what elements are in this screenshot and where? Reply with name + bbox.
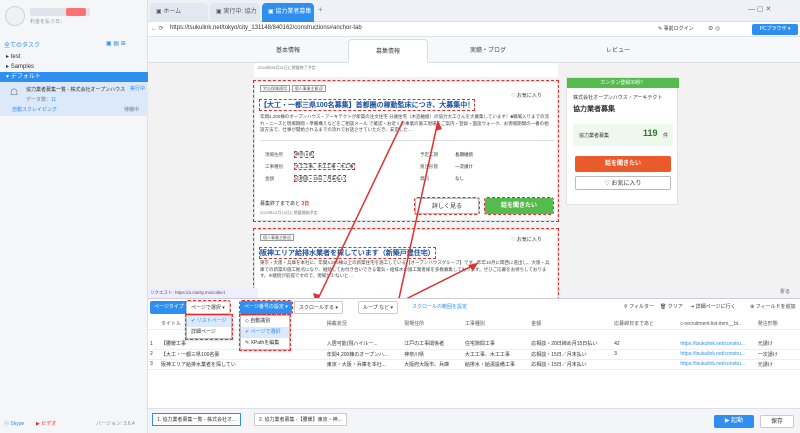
auto-scrape-link[interactable]: 自動スクレイピング	[12, 106, 57, 113]
url-input[interactable]: https://tsukulink.net/tokyo/city_131148/…	[170, 25, 362, 31]
footer-tab-1[interactable]: 1. 協力業者募集一覧 - 株式会社オ...	[152, 413, 242, 426]
footer-bar: 1. 協力業者募集一覧 - 株式会社オ... 2. 協力業者募集 -【腰暖】東京…	[148, 408, 800, 433]
menu-xpath-edit[interactable]: ✎ XPathを編集	[241, 338, 289, 349]
scroll-range-link[interactable]: スクロールの範囲を設定	[408, 301, 471, 314]
page-type-menu: ✔ リストページ 詳細ページ	[185, 314, 233, 340]
tab-running[interactable]: ▣ 実行中: 協力	[210, 3, 260, 22]
table-row[interactable]: 3阪神エリア給排水業者を探しています東京・大阪・兵庫を本社...大阪府大阪市、兵…	[148, 359, 800, 370]
new-tab-icon[interactable]: +	[318, 5, 323, 14]
address-bar: ← ⟳ https://tsukulink.net/tokyo/city_131…	[148, 22, 800, 37]
folder-add-icon[interactable]: ▣ ▤ ⊞	[106, 40, 126, 47]
menu-detail-page[interactable]: 詳細ページ	[187, 327, 231, 338]
table-row[interactable]: 2 【大工・一都三県100名募 年間4,200棟のオープンハ... 神奈川県 大工工事、…	[148, 349, 800, 360]
start-button[interactable]: ▶ 起動	[714, 415, 754, 428]
page-type-button[interactable]: ページタイプ	[150, 301, 188, 314]
loop-dropdown[interactable]: ループ など ▾	[358, 301, 398, 314]
task-item[interactable]: ☖ 協力業者募集一覧 - 株式会社オープンハウス・アーキテクト 実行中 データ数…	[0, 82, 148, 116]
flow-arrows	[313, 120, 479, 298]
task-wait-status: 待機中	[124, 107, 140, 113]
robot-icon: ☖	[10, 87, 19, 97]
task-title: 協力業者募集一覧 - 株式会社オープンハウス・アーキテクト	[26, 87, 126, 93]
web-tab-blog[interactable]: 実績・ブログ	[448, 39, 528, 63]
page-number-button[interactable]: ページ番号の設定 ▾	[239, 300, 293, 315]
data-count-label: データ数：11	[26, 97, 57, 103]
app-logo	[5, 6, 25, 26]
browser-tabbar: ▣ ホーム ▣ 実行中: 協力 ▣ 協力業者募集 ✕ + — ▢ ✕	[148, 0, 800, 22]
menu-auto-detect[interactable]: ◇ 自動識別	[241, 316, 289, 327]
extraction-panel: ページタイプ ページで選択 ▾ ページ番号の設定 ▾ スクロールする ▾ ループ…	[148, 298, 800, 408]
all-tasks-label[interactable]: 全てのタスク	[4, 40, 40, 49]
page-select-dropdown[interactable]: ページで選択 ▾	[185, 300, 231, 315]
menu-page-select[interactable]: ✔ ページで選択	[241, 327, 289, 338]
menu-list-page[interactable]: ✔ リストページ	[187, 316, 231, 327]
window-controls-icon[interactable]: — ▢ ✕	[748, 5, 771, 13]
vip-badge	[66, 8, 86, 16]
detail-link-button[interactable]: ⇥ 詳細ページに行く	[686, 301, 740, 314]
pc-browser-button[interactable]: PCブラウザ ▾	[752, 24, 798, 35]
web-tab-review[interactable]: レビュー	[578, 39, 658, 63]
folder-samples[interactable]: ▸ Samples	[6, 63, 34, 70]
tab-recruit[interactable]: ▣ 協力業者募集 ✕	[262, 3, 314, 22]
web-tab-basic[interactable]: 基本情報	[248, 39, 328, 63]
add-field-button[interactable]: ⊕ フィールドを追加	[746, 301, 800, 314]
nav-buttons-icon[interactable]: ← ⟳	[151, 25, 164, 32]
page-number-menu: ◇ 自動識別 ✔ ページで選択 ✎ XPathを編集	[239, 314, 291, 351]
video-link[interactable]: ▶ ビデオ	[36, 420, 56, 427]
tab-home[interactable]: ▣ ホーム	[150, 3, 208, 22]
sidebar: 料金を払う日： 全てのタスク ▣ ▤ ⊞ ▸ test ▸ Samples ▾ …	[0, 0, 148, 433]
folder-test[interactable]: ▸ test	[6, 53, 20, 60]
clear-button[interactable]: 🗑 クリア	[656, 301, 687, 314]
scroll-dropdown[interactable]: スクロールする ▾	[294, 301, 343, 314]
settings-icon[interactable]: ⚙ ◎	[708, 25, 720, 32]
footer-tab-2[interactable]: 2. 協力業者募集 -【腰暖】東京・神...	[254, 413, 347, 426]
login-button[interactable]: ✎ 事前ログイン	[658, 25, 694, 32]
web-tab-recruit[interactable]: 募集情報	[348, 39, 428, 63]
filter-button[interactable]: ⚲ フィルター	[620, 301, 658, 314]
skype-link[interactable]: ⓢ Skype	[4, 420, 24, 427]
task-status: 実行中	[130, 86, 146, 92]
collapse-button[interactable]: 折る	[780, 288, 798, 298]
billing-date: 料金を払う日：	[30, 19, 66, 25]
web-tabs: 基本情報 募集情報 実績・ブログ レビュー	[148, 37, 800, 63]
web-content: 2024年05月31日に掲載終了予定 労災保険適用 個人事業主歓迎 【大工・一都…	[148, 63, 800, 298]
save-button[interactable]: 保存	[760, 415, 794, 428]
group-default[interactable]: ▾ デフォルト	[0, 72, 148, 82]
version-label: バージョン: 3.6.4	[96, 421, 135, 427]
status-url: リクエスト: https://a.clarity.ms/collect	[148, 288, 258, 298]
